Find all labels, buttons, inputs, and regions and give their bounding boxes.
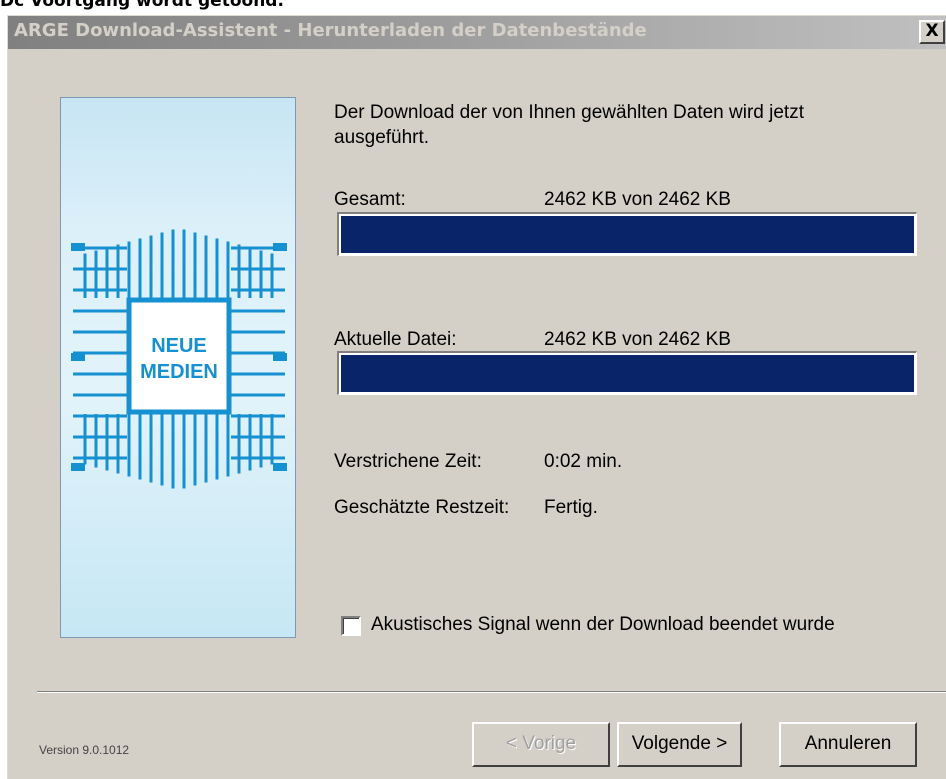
elapsed-time-value: 0:02 min. xyxy=(544,451,623,472)
close-button[interactable]: X xyxy=(919,20,945,44)
current-file-value: 2462 KB von 2462 KB xyxy=(544,329,731,350)
title-bar[interactable]: ARGE Download-Assistent - Herunterladen … xyxy=(8,16,946,49)
page-caption: Dc Voortgang wordt getoond. xyxy=(0,0,284,11)
elapsed-time-label: Verstrichene Zeit: xyxy=(334,451,482,472)
total-label: Gesamt: xyxy=(334,189,406,210)
window-title: ARGE Download-Assistent - Herunterladen … xyxy=(14,20,647,41)
logo-text-medien: MEDIEN xyxy=(140,361,218,383)
total-progress-fill xyxy=(341,216,914,253)
total-value: 2462 KB von 2462 KB xyxy=(544,189,731,210)
acoustic-signal-label[interactable]: Akustisches Signal wenn der Download bee… xyxy=(371,614,835,636)
version-text: Version 9.0.1012 xyxy=(39,743,130,757)
intro-text: Der Download der von Ihnen gewählten Dat… xyxy=(334,102,804,148)
current-file-progress-bar xyxy=(337,351,917,395)
wizard-window: ARGE Download-Assistent - Herunterladen … xyxy=(7,15,946,779)
logo-text-neue: NEUE xyxy=(151,335,207,357)
previous-button[interactable]: < Vorige xyxy=(472,722,610,767)
total-progress-bar xyxy=(337,212,917,256)
remaining-time-value: Fertig. xyxy=(544,497,598,518)
close-icon: X xyxy=(925,21,939,41)
acoustic-signal-checkbox[interactable] xyxy=(341,616,361,636)
next-button[interactable]: Volgende > xyxy=(617,722,742,767)
remaining-time-label: Geschätzte Restzeit: xyxy=(334,497,510,518)
current-file-progress-fill xyxy=(341,355,914,392)
banner-image: NEUE MEDIEN xyxy=(60,97,296,638)
current-file-label: Aktuelle Datei: xyxy=(334,329,457,350)
footer-separator xyxy=(37,691,946,693)
cancel-button[interactable]: Annuleren xyxy=(779,722,917,767)
neue-medien-logo: NEUE MEDIEN xyxy=(71,229,287,489)
